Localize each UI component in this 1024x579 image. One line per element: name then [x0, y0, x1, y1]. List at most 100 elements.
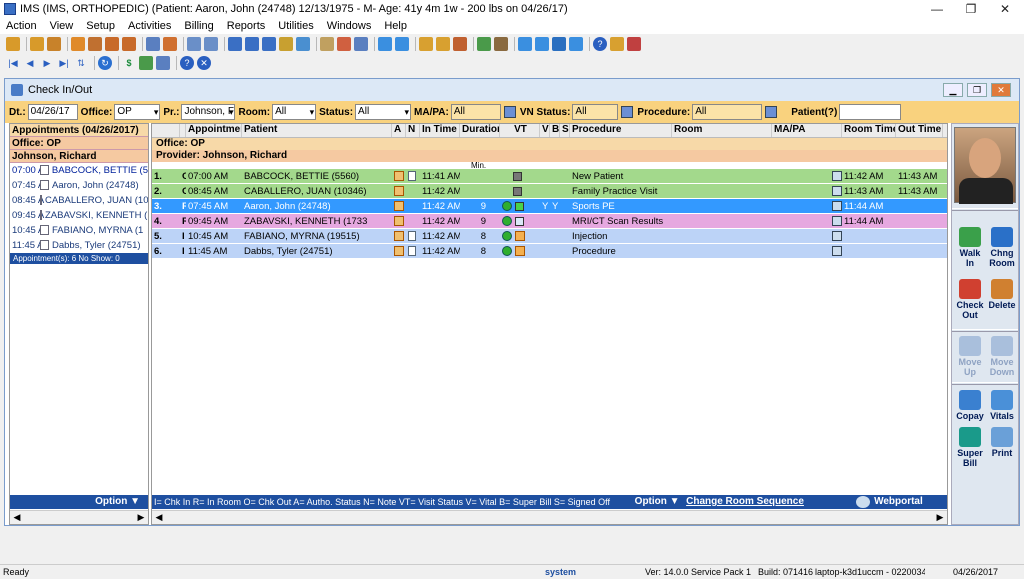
- room-select-icon[interactable]: [832, 231, 842, 242]
- room-select-icon[interactable]: [832, 246, 842, 257]
- lock-icon[interactable]: [610, 37, 624, 51]
- date-field[interactable]: 04/26/17: [27, 104, 78, 120]
- payment-icon[interactable]: [262, 37, 276, 51]
- inventory-icon[interactable]: [494, 37, 508, 51]
- tasks-icon[interactable]: [436, 37, 450, 51]
- visit-status-icon[interactable]: [514, 201, 524, 211]
- change-room-sequence-link[interactable]: Change Room Sequence: [686, 495, 856, 509]
- menu-activities[interactable]: Activities: [128, 20, 171, 32]
- last-record-icon[interactable]: ▶|: [57, 56, 71, 70]
- doctor-icon[interactable]: [30, 37, 44, 51]
- authorization-icon[interactable]: [394, 231, 404, 242]
- print-button[interactable]: Print: [986, 427, 1018, 458]
- walk-in-button[interactable]: Walk In: [954, 227, 986, 268]
- left-option-button[interactable]: Option ▼: [10, 495, 148, 509]
- scroll-left-icon[interactable]: ◀: [10, 511, 24, 524]
- visit-status-icon[interactable]: [514, 216, 524, 226]
- authorization-icon[interactable]: [394, 201, 404, 212]
- procedure-field[interactable]: All: [692, 104, 763, 120]
- appointment-list-item[interactable]: 11:45 A Dabbs, Tyler (24751): [10, 238, 148, 253]
- super-bill-button[interactable]: Super Bill: [954, 427, 986, 468]
- room-dropdown[interactable]: All: [272, 104, 317, 120]
- scroll-left-icon[interactable]: ◀: [152, 511, 166, 524]
- visit-status-icon[interactable]: [514, 231, 525, 242]
- room-select-icon[interactable]: [832, 186, 842, 197]
- table-row[interactable]: 4.R09:45 AMZABAVSKI, KENNETH (173311:42 …: [152, 214, 947, 229]
- transfer-icon[interactable]: [535, 37, 549, 51]
- visit-status-icon[interactable]: [514, 246, 525, 257]
- mapa-select-icon[interactable]: [503, 106, 516, 118]
- ledger-icon[interactable]: [279, 37, 293, 51]
- notes-icon[interactable]: [204, 37, 218, 51]
- maximize-button[interactable]: ❐: [956, 0, 986, 18]
- check-out-button[interactable]: Check Out: [954, 279, 986, 320]
- column-header-mapa[interactable]: MA/PA: [772, 124, 842, 137]
- claims-icon[interactable]: [245, 37, 259, 51]
- help-icon[interactable]: ?: [593, 37, 607, 51]
- visit-status-icon[interactable]: [512, 171, 522, 181]
- statement-icon[interactable]: [296, 37, 310, 51]
- menu-view[interactable]: View: [50, 20, 74, 32]
- child-restore-button[interactable]: ❐: [967, 83, 987, 97]
- authorization-icon[interactable]: [394, 246, 404, 257]
- authorization-icon[interactable]: [394, 216, 404, 227]
- exit-icon[interactable]: [627, 37, 641, 51]
- patient-search-field[interactable]: [839, 104, 902, 120]
- close-circle-icon[interactable]: ✕: [197, 56, 211, 70]
- schedule-icon[interactable]: [187, 37, 201, 51]
- appointment-list-item[interactable]: 09:45 A ZABAVSKI, KENNETH (1: [10, 208, 148, 223]
- sync-icon[interactable]: [518, 37, 532, 51]
- tools-icon[interactable]: [337, 37, 351, 51]
- delete-button[interactable]: Delete: [986, 279, 1018, 310]
- provider-dropdown[interactable]: Johnson, F: [181, 104, 236, 120]
- appointment-list-item[interactable]: 07:45 A Aaron, John (24748): [10, 178, 148, 193]
- child-close-button[interactable]: ✕: [991, 83, 1011, 97]
- minimize-button[interactable]: —: [922, 0, 952, 18]
- staff-icon[interactable]: [47, 37, 61, 51]
- authorization-icon[interactable]: [394, 171, 404, 182]
- report-icon[interactable]: [146, 37, 160, 51]
- people-icon[interactable]: [105, 37, 119, 51]
- lab-icon[interactable]: [163, 37, 177, 51]
- room-select-icon[interactable]: [832, 201, 842, 212]
- menu-reports[interactable]: Reports: [227, 20, 266, 32]
- help-icon[interactable]: ?: [180, 56, 194, 70]
- next-record-icon[interactable]: ▶: [40, 56, 54, 70]
- refresh-icon[interactable]: ↻: [98, 56, 112, 70]
- menu-setup[interactable]: Setup: [86, 20, 115, 32]
- copay-button[interactable]: Copay: [954, 390, 986, 421]
- column-header-vt[interactable]: VT: [500, 124, 540, 137]
- appointment-list-item[interactable]: 08:45 A CABALLERO, JUAN (103: [10, 193, 148, 208]
- vn-status-field[interactable]: All: [572, 104, 619, 120]
- room-select-icon[interactable]: [832, 171, 842, 182]
- menu-action[interactable]: Action: [6, 20, 37, 32]
- column-header-room-time[interactable]: Room Time: [842, 124, 896, 137]
- menu-billing[interactable]: Billing: [184, 20, 213, 32]
- table-row[interactable]: 5. I 10:45 AM FABIANO, MYRNA (19515) 11:42 A…: [152, 229, 947, 244]
- billing-icon[interactable]: [228, 37, 242, 51]
- grid-option-button[interactable]: Option ▼: [635, 495, 686, 509]
- table-row[interactable]: 3.R07:45 AMAaron, John (24748)11:42 AM9 …: [152, 199, 947, 214]
- fax-icon[interactable]: [378, 37, 392, 51]
- child-minimize-button[interactable]: ▁: [943, 83, 963, 97]
- export-icon[interactable]: [569, 37, 583, 51]
- scroll-right-icon[interactable]: ▶: [134, 511, 148, 524]
- note-icon[interactable]: [408, 246, 416, 257]
- patient-icon[interactable]: [6, 37, 20, 51]
- column-header-in-time[interactable]: In Time: [420, 124, 460, 137]
- vn-status-select-icon[interactable]: [621, 106, 634, 118]
- mapa-field[interactable]: All: [450, 104, 501, 120]
- authorization-icon[interactable]: [394, 186, 404, 197]
- visit-status-icon[interactable]: [512, 186, 522, 196]
- group-icon[interactable]: [122, 37, 136, 51]
- note-icon[interactable]: [408, 171, 416, 182]
- column-header-b[interactable]: B: [550, 124, 560, 137]
- note-icon[interactable]: [408, 231, 416, 242]
- grid-horizontal-scrollbar[interactable]: ◀ ▶: [152, 510, 947, 524]
- left-horizontal-scrollbar[interactable]: ◀ ▶: [10, 510, 148, 524]
- column-header-out-time[interactable]: Out Time: [896, 124, 943, 137]
- menu-utilities[interactable]: Utilities: [278, 20, 313, 32]
- column-header-a[interactable]: A: [392, 124, 406, 137]
- chart-icon[interactable]: [477, 37, 491, 51]
- table-row[interactable]: 6. I 11:45 AM Dabbs, Tyler (24751) 11:42 AM 8…: [152, 244, 947, 259]
